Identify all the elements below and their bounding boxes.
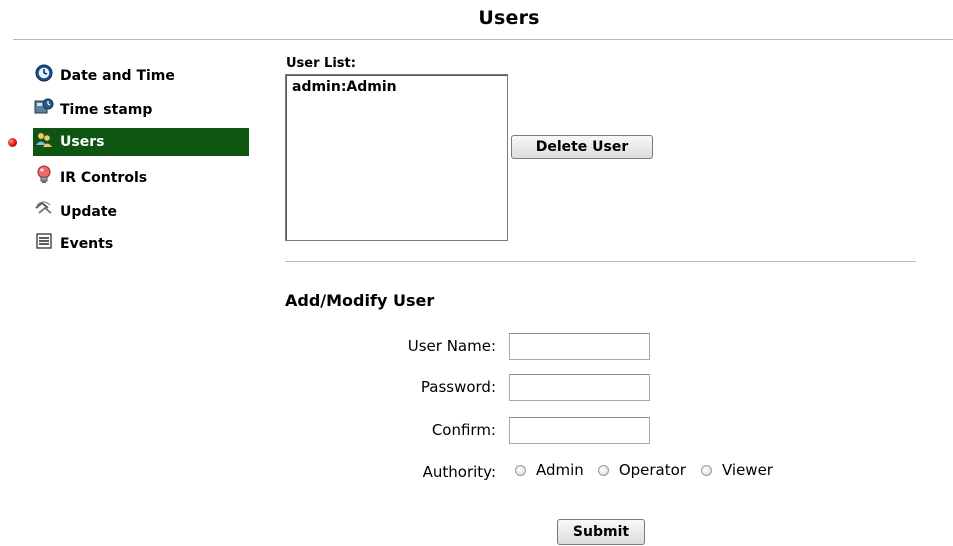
password-label: Password: <box>420 378 496 396</box>
username-label: User Name: <box>407 337 496 355</box>
radio-label: Admin <box>536 461 584 479</box>
authority-option-admin[interactable]: Admin <box>515 461 584 479</box>
confirm-input[interactable] <box>509 417 650 444</box>
form-title: Add/Modify User <box>285 291 435 310</box>
submit-button[interactable]: Submit <box>557 519 645 545</box>
user-list-box[interactable]: admin:Admin <box>285 74 508 241</box>
sidebar-item-date-and-time[interactable]: Date and Time <box>33 62 249 90</box>
confirm-label: Confirm: <box>431 421 496 439</box>
timestamp-icon <box>34 97 54 117</box>
delete-user-button[interactable]: Delete User <box>511 135 653 159</box>
sidebar-item-label: Time stamp <box>60 102 153 118</box>
sidebar-item-ir-controls[interactable]: IR Controls <box>33 164 249 192</box>
users-icon <box>34 130 54 150</box>
radio-label: Viewer <box>721 461 773 479</box>
active-indicator-dot <box>8 138 17 147</box>
sidebar-item-label: Date and Time <box>60 68 175 84</box>
list-icon <box>34 231 54 251</box>
authority-option-operator[interactable]: Operator <box>597 461 686 479</box>
page-title: Users <box>478 7 540 29</box>
password-input[interactable] <box>509 374 650 401</box>
sidebar-item-label: Users <box>60 134 105 150</box>
sidebar-item-events[interactable]: Events <box>33 230 249 258</box>
sidebar-item-label: IR Controls <box>60 170 148 186</box>
authority-option-viewer[interactable]: Viewer <box>700 461 773 479</box>
radio-button[interactable] <box>515 464 526 476</box>
update-icon <box>34 199 54 219</box>
clock-icon <box>34 63 54 83</box>
sidebar-item-label: Update <box>60 204 118 220</box>
sidebar-item-time-stamp[interactable]: Time stamp <box>33 96 249 124</box>
radio-button[interactable] <box>700 464 712 476</box>
authority-label: Authority: <box>422 463 496 481</box>
user-list-label: User List: <box>286 56 356 71</box>
username-input[interactable] <box>509 333 650 360</box>
bulb-icon <box>34 165 54 185</box>
sidebar-item-users[interactable]: Users <box>33 128 249 156</box>
section-divider <box>285 261 916 262</box>
sidebar-item-label: Events <box>60 236 114 252</box>
sidebar-item-update[interactable]: Update <box>33 198 249 226</box>
radio-button[interactable] <box>597 464 609 476</box>
authority-radio-group: Admin Operator Viewer <box>515 461 773 479</box>
user-list-option[interactable]: admin:Admin <box>286 75 507 95</box>
title-divider <box>13 39 953 40</box>
radio-label: Operator <box>618 461 686 479</box>
